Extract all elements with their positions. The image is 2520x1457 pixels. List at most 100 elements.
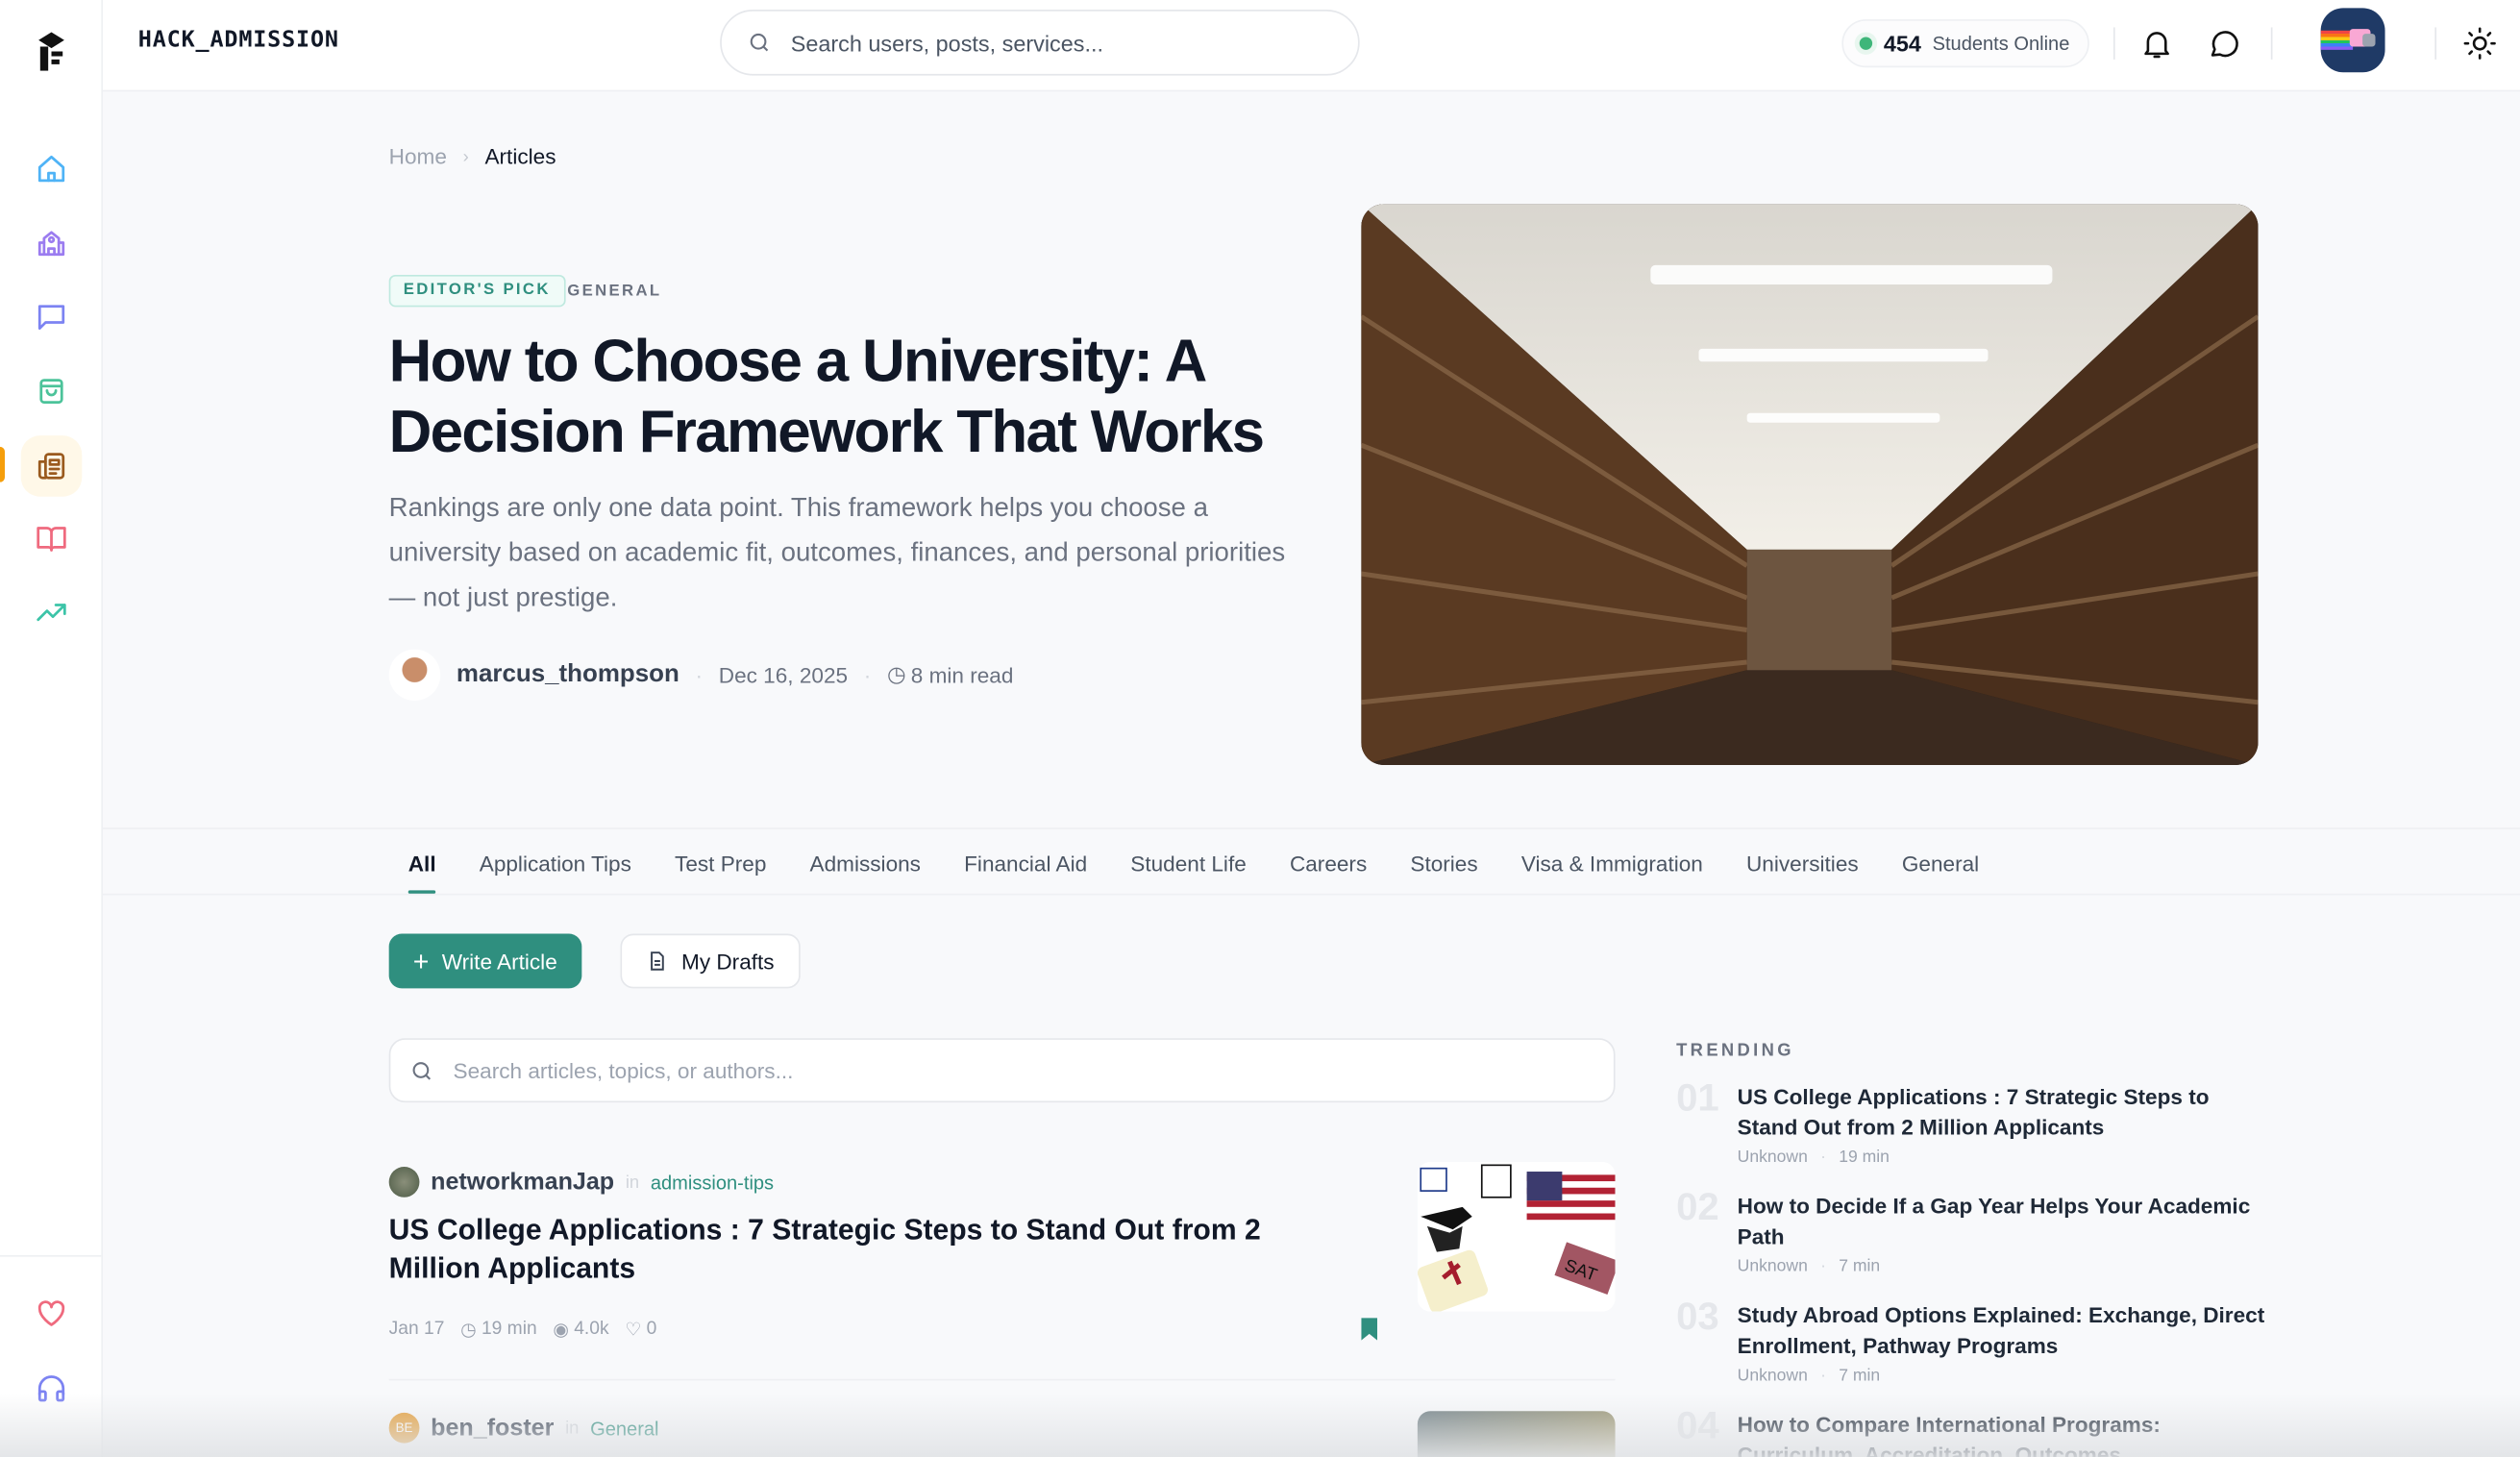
sidebar-item-favorites[interactable] <box>26 1287 78 1339</box>
heart-icon <box>37 1300 65 1326</box>
eye-icon: ◉ <box>553 1321 570 1341</box>
article-meta: Jan 17 ◷ 19 min ◉ 4.0k ♡ 0 <box>389 1318 657 1341</box>
in-label: in <box>625 1172 640 1192</box>
shopping-bag-icon <box>39 379 63 404</box>
category-tabs-bar: All Application Tips Test Prep Admissions Fi… <box>103 827 2520 896</box>
author-avatar[interactable] <box>388 1167 420 1198</box>
trending-rank: 02 <box>1676 1186 1719 1230</box>
breadcrumb-current: Articles <box>484 144 556 169</box>
online-students-badge: 454 Students Online <box>1841 19 2089 68</box>
tab-all[interactable]: All <box>408 851 437 893</box>
featured-author-row: marcus_thompson · Dec 16, 2025 · ◷ 8 min… <box>388 649 1014 702</box>
divider <box>2270 27 2273 60</box>
bell-icon <box>2144 32 2169 59</box>
tab-visa-immigration[interactable]: Visa & Immigration <box>1521 851 1703 875</box>
theme-toggle-button[interactable] <box>2462 26 2498 69</box>
newspaper-icon <box>37 453 65 480</box>
article-search-input[interactable]: Search articles, topics, or authors... <box>388 1038 1616 1103</box>
global-search-input[interactable]: Search users, posts, services... <box>720 10 1360 76</box>
logo-icon[interactable] <box>32 29 70 82</box>
user-avatar[interactable] <box>2320 8 2385 73</box>
tab-universities[interactable]: Universities <box>1746 851 1859 875</box>
tab-stories[interactable]: Stories <box>1410 851 1477 875</box>
bookmark-button[interactable] <box>1361 1318 1378 1348</box>
article-author[interactable]: ben_foster <box>431 1415 554 1442</box>
write-article-label: Write Article <box>441 949 557 974</box>
write-article-button[interactable]: + Write Article <box>388 933 581 989</box>
separator: · <box>1820 1366 1826 1386</box>
trending-title[interactable]: How to Compare International Programs: C… <box>1738 1410 2268 1457</box>
in-label: in <box>565 1418 580 1438</box>
featured-category[interactable]: GENERAL <box>567 283 661 300</box>
school-icon <box>37 231 65 257</box>
divider <box>2112 27 2115 60</box>
messages-button[interactable] <box>2207 26 2242 69</box>
sidebar-item-shop[interactable] <box>26 365 78 417</box>
tab-admissions[interactable]: Admissions <box>810 851 921 875</box>
article-read-time: 19 min <box>481 1319 537 1339</box>
sidebar-item-articles[interactable] <box>20 435 83 497</box>
trending-title[interactable]: How to Decide If a Gap Year Helps Your A… <box>1738 1191 2268 1252</box>
trending-time: 7 min <box>1839 1256 1881 1276</box>
trending-author: Unknown <box>1737 1147 1808 1168</box>
tab-careers[interactable]: Careers <box>1290 851 1367 875</box>
online-label: Students Online <box>1932 32 2070 55</box>
bookmark-icon <box>1361 1318 1378 1341</box>
trending-up-icon <box>37 604 66 622</box>
notifications-button[interactable] <box>2139 26 2175 69</box>
featured-read-time: 8 min read <box>910 662 1014 687</box>
sidebar-item-university[interactable] <box>26 217 78 269</box>
article-category[interactable]: admission-tips <box>651 1171 774 1193</box>
divider <box>2434 27 2437 60</box>
article-author[interactable]: networkmanJap <box>431 1169 614 1196</box>
brand-name[interactable]: HACK_ADMISSION <box>138 27 339 53</box>
article-search-placeholder: Search articles, topics, or authors... <box>453 1058 794 1083</box>
sidebar-divider <box>0 1254 102 1257</box>
article-thumbnail[interactable] <box>1417 1411 1616 1457</box>
trending-rank: 01 <box>1676 1076 1719 1121</box>
breadcrumb-home[interactable]: Home <box>389 144 447 168</box>
sun-icon <box>2463 27 2496 60</box>
online-count: 454 <box>1883 30 1921 57</box>
heart-icon: ♡ <box>625 1321 642 1341</box>
featured-date: Dec 16, 2025 <box>718 662 849 687</box>
tab-financial-aid[interactable]: Financial Aid <box>964 851 1087 875</box>
article-likes: 0 <box>646 1319 657 1339</box>
article-title[interactable]: US College Applications : 7 Strategic St… <box>389 1210 1353 1287</box>
breadcrumb: Home › Articles <box>389 144 556 168</box>
featured-title[interactable]: How to Choose a University: A Decision F… <box>389 326 1322 467</box>
sidebar-item-trending[interactable] <box>26 586 78 638</box>
trending-title[interactable]: US College Applications : 7 Strategic St… <box>1738 1081 2268 1143</box>
sidebar-item-support[interactable] <box>26 1363 78 1415</box>
trending-meta: Unknown · 19 min <box>1738 1148 1890 1167</box>
author-avatar[interactable]: BE <box>388 1412 420 1444</box>
search-icon <box>750 33 769 52</box>
author-avatar[interactable] <box>388 649 441 702</box>
trending-rank: 04 <box>1676 1404 1719 1448</box>
editors-pick-badge: EDITOR'S PICK <box>388 274 565 308</box>
search-placeholder: Search users, posts, services... <box>790 29 1104 56</box>
headphones-icon <box>37 1375 65 1402</box>
article-author-row: BE ben_foster in General <box>388 1412 659 1444</box>
article-thumbnail[interactable]: SAT <box>1417 1162 1616 1312</box>
separator: · <box>1820 1256 1826 1276</box>
my-drafts-button[interactable]: My Drafts <box>620 933 801 989</box>
search-icon <box>412 1061 432 1079</box>
clock-icon: ◷ <box>887 661 906 687</box>
featured-image[interactable] <box>1361 204 2259 765</box>
message-circle-icon <box>2211 31 2238 58</box>
tab-general[interactable]: General <box>1902 851 1979 875</box>
tab-application-tips[interactable]: Application Tips <box>480 851 631 875</box>
trending-meta: Unknown · 7 min <box>1738 1366 1881 1385</box>
article-views: 4.0k <box>574 1319 609 1339</box>
trending-title[interactable]: Study Abroad Options Explained: Exchange… <box>1738 1300 2268 1362</box>
sidebar-item-home[interactable] <box>26 143 78 195</box>
sidebar-item-messages[interactable] <box>26 291 78 343</box>
tab-student-life[interactable]: Student Life <box>1130 851 1247 875</box>
trending-rank: 03 <box>1676 1295 1719 1339</box>
author-name[interactable]: marcus_thompson <box>457 660 679 689</box>
article-category[interactable]: General <box>590 1417 658 1439</box>
tab-test-prep[interactable]: Test Prep <box>675 851 766 875</box>
sidebar-item-library[interactable] <box>26 512 78 564</box>
sidebar <box>0 0 104 1457</box>
